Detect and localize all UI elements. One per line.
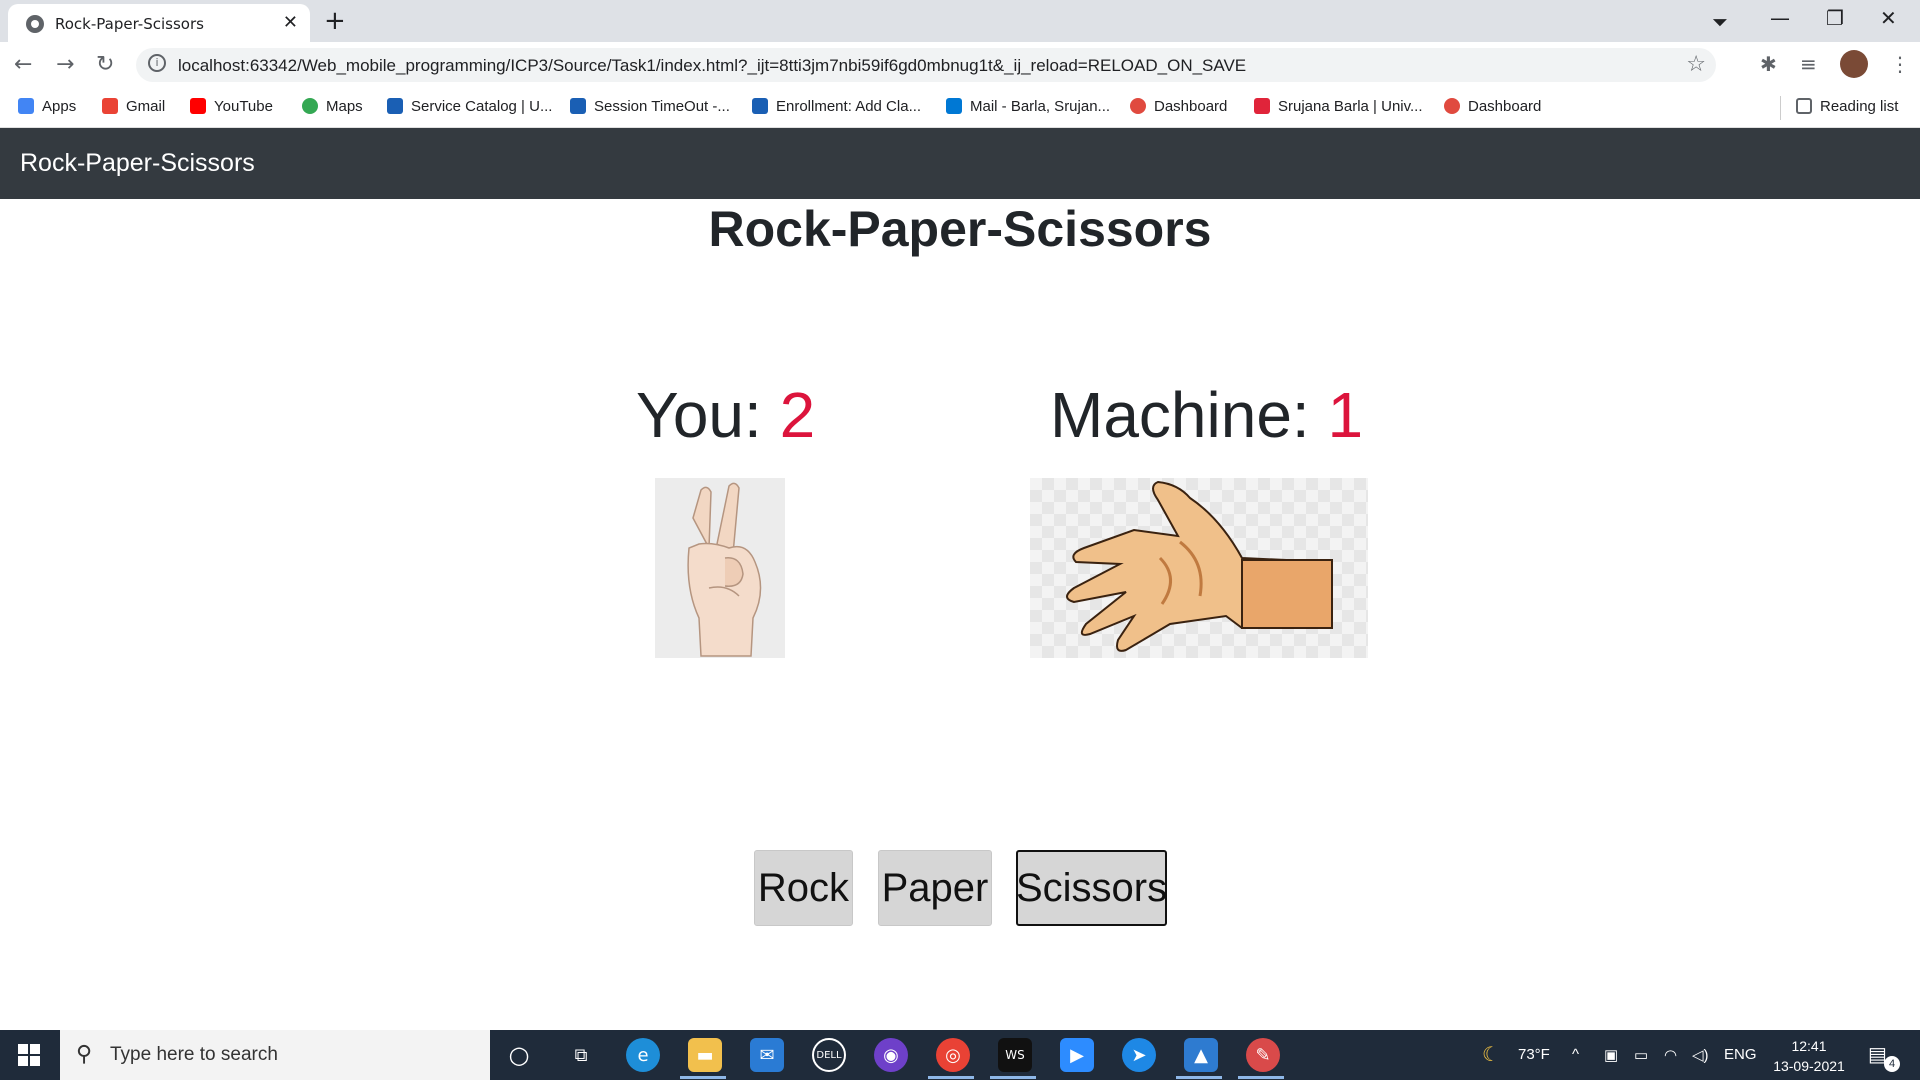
paper-hand-icon [1066,480,1333,652]
bookmark-dashboard-2[interactable]: Dashboard [1444,98,1541,115]
moon-weather-icon[interactable]: ☾ [1482,1042,1500,1067]
bookmark-enrollment[interactable]: Enrollment: Add Cla... [752,98,921,115]
close-window-icon[interactable]: ✕ [1880,6,1897,30]
address-bar[interactable]: i localhost:63342/Web_mobile_programming… [136,48,1716,82]
task-view-icon[interactable]: ⧉ [564,1038,598,1072]
bookmark-session-timeout[interactable]: Session TimeOut -... [570,98,730,115]
taskbar-search[interactable]: ⚲ Type here to search [60,1030,490,1080]
session-icon [570,98,586,114]
service-catalog-icon [387,98,403,114]
profile-avatar[interactable] [1840,50,1868,78]
bookmark-dashboard-1[interactable]: Dashboard [1130,98,1227,115]
tab-title: Rock-Paper-Scissors [55,15,204,33]
bookmark-star-icon[interactable]: ☆ [1686,52,1706,77]
minimize-icon[interactable]: — [1770,6,1790,30]
media-control-icon[interactable]: ≡ [1800,52,1817,76]
extensions-icon[interactable]: ✱ [1760,52,1777,76]
browser-tab[interactable]: Rock-Paper-Scissors ✕ [8,4,310,42]
chrome-icon[interactable]: ◎ [936,1038,970,1072]
bookmark-apps[interactable]: Apps [18,98,76,115]
photos-active-indicator [1176,1076,1222,1079]
bookmark-srujana-barla[interactable]: Srujana Barla | Univ... [1254,98,1423,115]
rock-button[interactable]: Rock [754,850,853,926]
tab-search-icon[interactable]: ⏷ [1712,10,1728,34]
bookmark-separator [1780,96,1781,120]
bookmark-youtube[interactable]: YouTube [190,98,273,115]
machine-score-value: 1 [1327,379,1364,451]
bookmarks-bar: Apps Gmail YouTube Maps Service Catalog … [0,88,1920,128]
file-explorer-active-indicator [680,1076,726,1079]
page-title: Rock-Paper-Scissors [708,201,1212,257]
tray-chevron-icon[interactable]: ^ [1572,1046,1579,1063]
paint-icon[interactable]: ✎ [1246,1038,1280,1072]
meet-now-icon[interactable]: ▣ [1604,1046,1618,1064]
machine-choice-image [1030,478,1368,658]
reading-list[interactable]: Reading list [1796,98,1898,115]
gmail-icon [102,98,118,114]
weather-temp[interactable]: 73°F [1518,1046,1550,1063]
browser-toolbar: ← → ↻ i localhost:63342/Web_mobile_progr… [0,42,1920,88]
player-choice-image [655,478,785,658]
windows-taskbar: ⚲ Type here to search ○ ⧉ e ▬ ✉ DELL ◉ ◎… [0,1030,1920,1080]
dell-icon[interactable]: DELL [812,1038,846,1072]
github-desktop-icon[interactable]: ◉ [874,1038,908,1072]
clock-time: 12:41 [1791,1038,1827,1054]
zoom-icon[interactable]: ▶ [1060,1038,1094,1072]
dashboard-icon [1444,98,1460,114]
bookmark-gmail[interactable]: Gmail [102,98,165,115]
outlook-icon [946,98,962,114]
battery-icon[interactable]: ▭ [1634,1046,1648,1064]
webstorm-icon[interactable]: WS [998,1038,1032,1072]
back-icon[interactable]: ← [14,52,32,77]
youtube-icon [190,98,206,114]
bookmark-mail[interactable]: Mail - Barla, Srujan... [946,98,1110,115]
wifi-icon[interactable]: ◠ [1664,1046,1677,1064]
maps-pin-icon [302,98,318,114]
app-navbar: Rock-Paper-Scissors [0,128,1920,199]
mail-icon[interactable]: ✉ [750,1038,784,1072]
bookmark-service-catalog[interactable]: Service Catalog | U... [387,98,552,115]
navbar-brand[interactable]: Rock-Paper-Scissors [20,149,255,178]
scissors-hand-icon [687,482,762,657]
new-tab-icon[interactable]: + [324,6,346,36]
file-explorer-icon[interactable]: ▬ [688,1038,722,1072]
globe-icon [26,15,44,33]
webstorm-active-indicator [990,1076,1036,1079]
compass-app-icon[interactable]: ➤ [1122,1038,1156,1072]
photos-icon[interactable]: ▲ [1184,1038,1218,1072]
enrollment-icon [752,98,768,114]
player-score-label: You: [636,379,780,451]
menu-icon[interactable]: ⋮ [1890,52,1910,76]
clock-date: 13-09-2021 [1773,1058,1845,1074]
scissors-button[interactable]: Scissors [1016,850,1167,926]
close-tab-icon[interactable]: ✕ [283,12,298,33]
search-icon: ⚲ [76,1042,93,1067]
cortana-icon[interactable]: ○ [502,1038,536,1072]
machine-score-label: Machine: [1050,379,1328,451]
university-icon [1254,98,1270,114]
paper-button[interactable]: Paper [878,850,992,926]
player-score-value: 2 [779,379,816,451]
paint-active-indicator [1238,1076,1284,1079]
dashboard-icon [1130,98,1146,114]
volume-icon[interactable]: ◁) [1692,1046,1709,1064]
site-info-icon[interactable]: i [148,54,166,72]
browser-tab-strip: Rock-Paper-Scissors ✕ + ⏷ — ❐ ✕ [0,0,1920,42]
reading-list-icon [1796,98,1812,114]
bookmark-maps[interactable]: Maps [302,98,363,115]
search-placeholder: Type here to search [110,1044,278,1065]
restore-icon[interactable]: ❐ [1826,6,1844,30]
notification-count-badge: 4 [1884,1056,1900,1072]
reload-icon[interactable]: ↻ [96,52,114,77]
taskbar-clock[interactable]: 12:41 13-09-2021 [1764,1036,1854,1076]
player-score: You: 2 [636,378,815,452]
chrome-active-indicator [928,1076,974,1079]
forward-icon[interactable]: → [56,52,74,77]
apps-grid-icon [18,98,34,114]
language-indicator[interactable]: ENG [1724,1046,1757,1063]
edge-icon[interactable]: e [626,1038,660,1072]
url-text[interactable]: localhost:63342/Web_mobile_programming/I… [178,56,1246,76]
windows-start-icon[interactable] [18,1044,40,1066]
machine-score: Machine: 1 [1050,378,1363,452]
